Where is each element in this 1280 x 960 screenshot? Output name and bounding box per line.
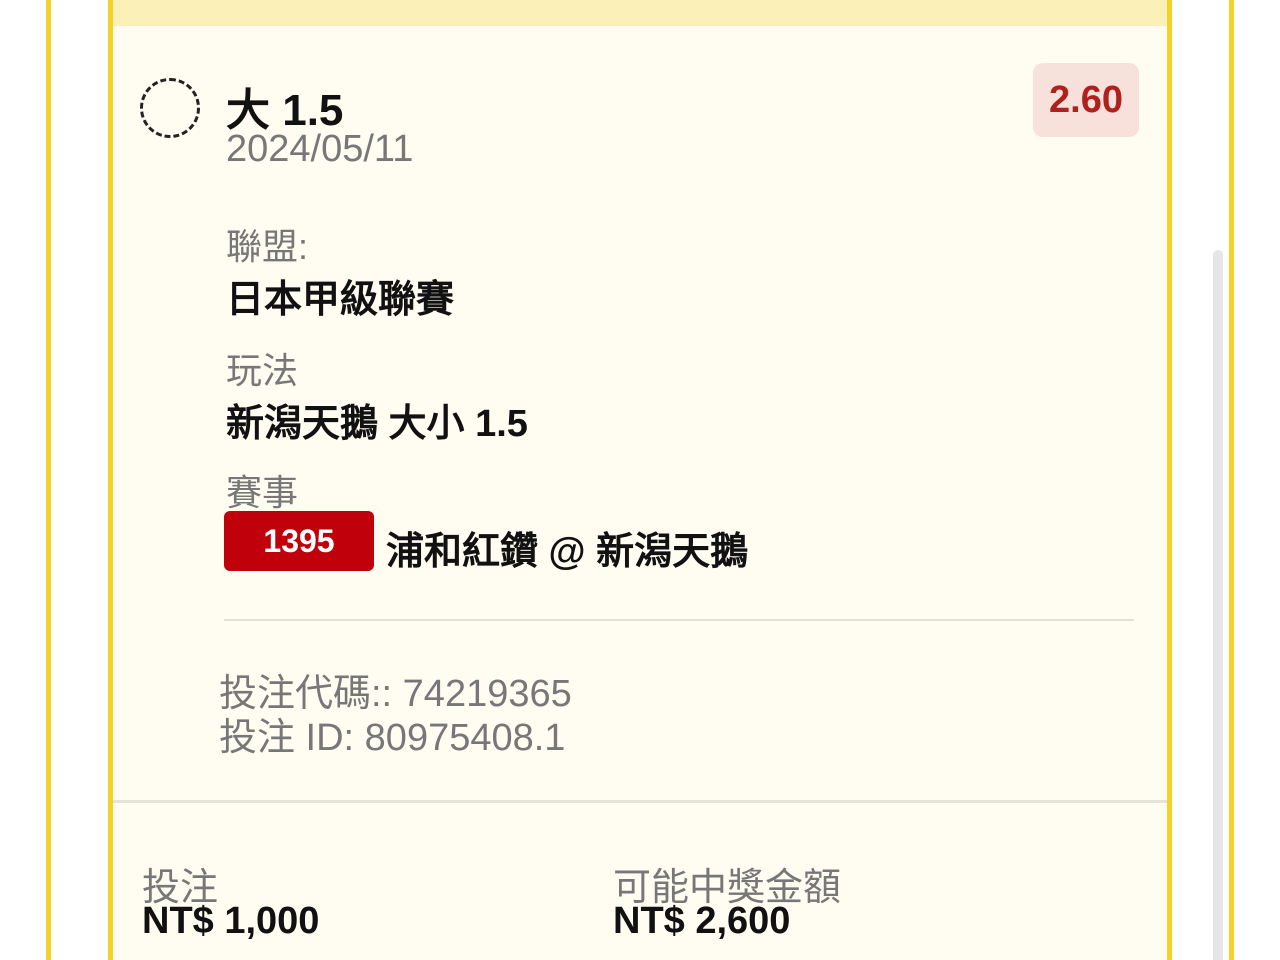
market-value: 新潟天鵝 大小 1.5 [226,403,528,445]
odds-badge: 2.60 [1033,63,1139,137]
market-label: 玩法 [226,350,299,391]
scrollbar-thumb[interactable] [1213,250,1223,960]
league-label: 聯盟: [226,226,309,267]
event-label: 賽事 [226,472,299,513]
bet-date: 2024/05/11 [226,128,414,170]
event-code-badge: 1395 [224,511,374,571]
event-name[interactable]: 浦和紅鑽 @ 新潟天鵝 [386,520,748,575]
footer-divider [113,800,1167,803]
bet-id: 投注 ID: 80975408.1 [219,717,566,759]
pending-status-icon [140,78,200,138]
stake-value: NT$ 1,000 [142,900,320,942]
card-top-band [113,0,1167,26]
details-divider [224,619,1134,621]
league-value: 日本甲級聯賽 [226,279,455,321]
payout-value: NT$ 2,600 [613,900,791,942]
